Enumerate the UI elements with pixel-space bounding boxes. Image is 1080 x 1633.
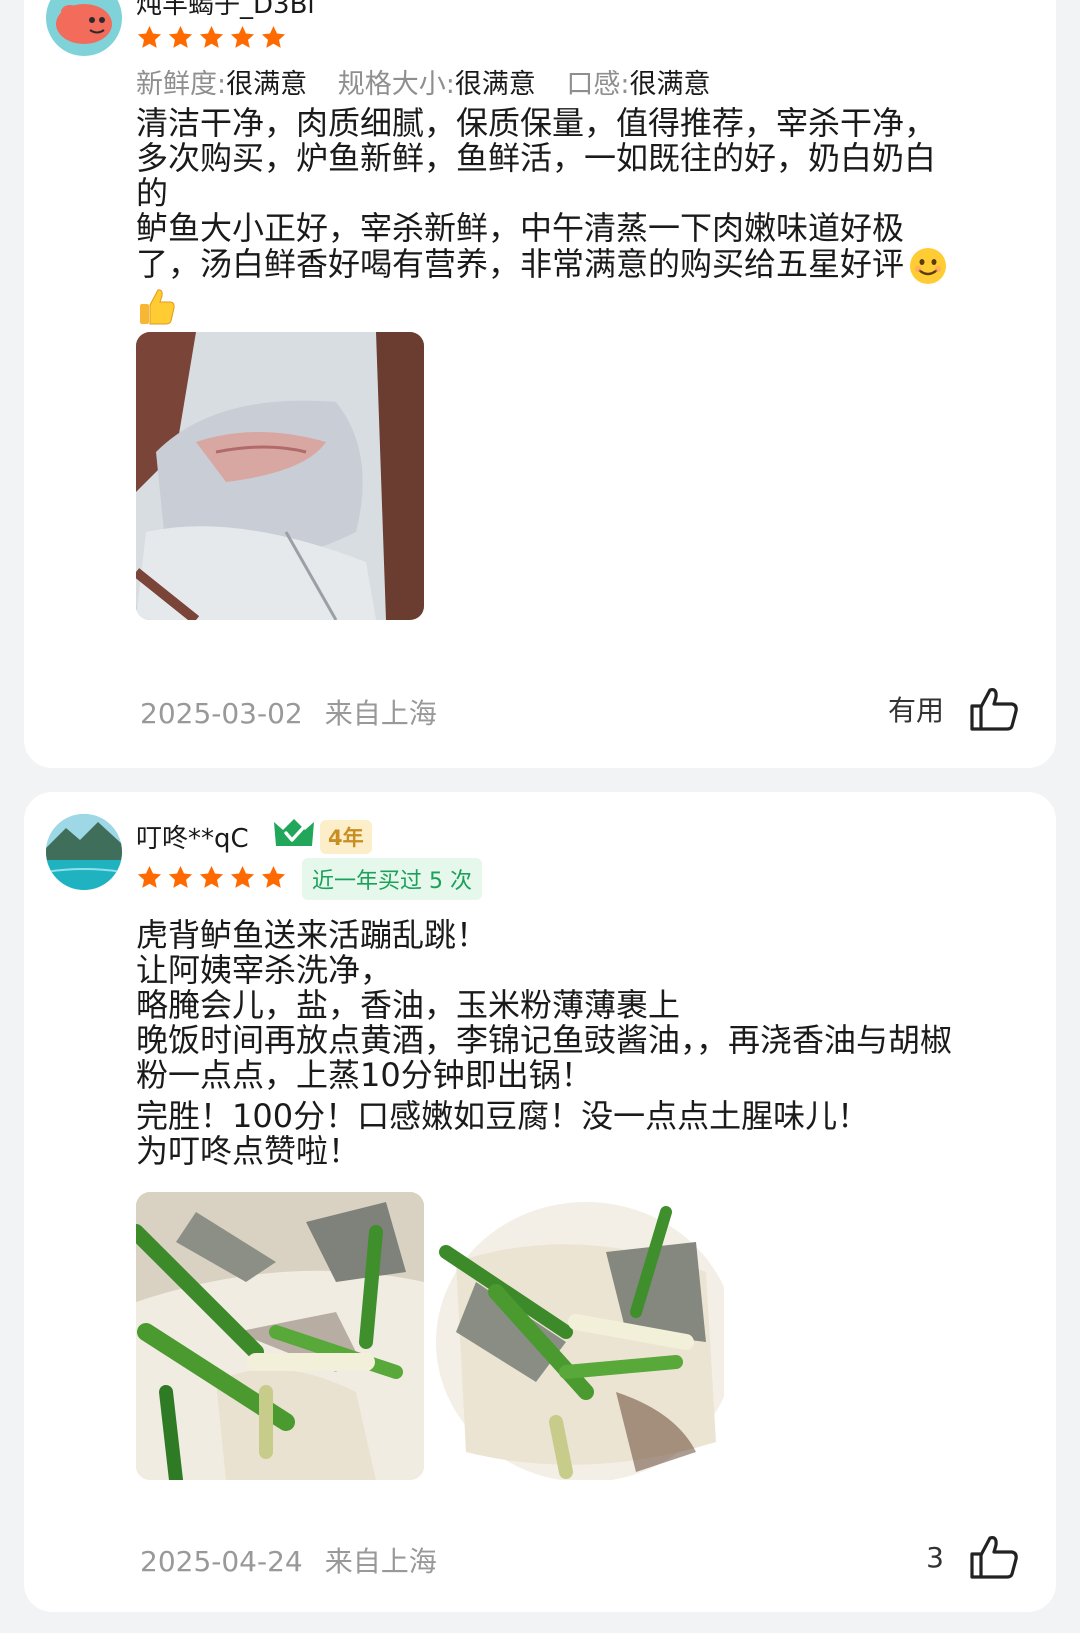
review-card: 叮咚**qC 4年 近一年买过 5 次 虎背鲈鱼送来活蹦乱跳！ 让阿姨宰杀洗净，… [24,792,1056,1612]
review-line: 让阿姨宰杀洗净， [136,951,393,989]
review-location: 来自上海 [324,697,437,730]
review-line: 清洁干净，肉质细腻，保质保量，值得推荐，宰杀干净， [136,104,937,142]
review-line: 了，汤白鲜香好喝有营养，非常满意的购买给五星好评 [136,245,905,283]
attr-label-size: 规格大小: [337,69,455,100]
review-line: 为叮咚点赞啦！ [136,1132,361,1170]
review-line: 完胜！100分！口感嫩如豆腐！没一点点土腥味儿！ [136,1097,870,1135]
star-icon [168,866,193,888]
thumbs-up-icon [970,688,1018,731]
review-card: 炖羊蝎子_D3Bl 新鲜度:很满意 规格大小:很满意 口感:很满意 清洁干净，肉… [24,0,1056,768]
review-line: 粉一点点，上蒸10分钟即出锅！ [136,1056,593,1094]
star-icon [168,26,193,48]
star-icon [261,26,286,48]
star-icon [199,866,224,888]
star-icon [230,26,255,48]
vip-badge-icon [274,819,314,846]
star-icon [230,866,255,888]
review-line: 晚饭时间再放点黄酒，李锦记鱼豉酱油，，再浇香油与胡椒 [136,1021,953,1059]
rating-attributes: 新鲜度:很满意 规格大小:很满意 口感:很满意 [136,62,733,101]
useful-label: 有用 [887,694,944,727]
attr-value-freshness: 很满意 [226,69,308,100]
review-line: 的 [136,174,169,212]
review-photo[interactable] [436,1192,724,1480]
review-line: 鲈鱼大小正好，宰杀新鲜，中午清蒸一下肉嫩味道好极 [136,209,905,247]
review-meta: 2025-03-02 来自上海 [140,692,437,732]
review-date: 2025-03-02 [140,697,303,730]
review-line: 多次购买，炉鱼新鲜，鱼鲜活，一如既往的好，奶白奶白 [136,139,937,177]
rating-stars [136,864,287,894]
review-text: 清洁干净，肉质细腻，保质保量，值得推荐，宰杀干净， 多次购买，炉鱼新鲜，鱼鲜活，… [136,106,1036,328]
smile-emoji [910,248,947,284]
username[interactable]: 叮咚**qC [136,818,249,855]
star-icon [137,866,162,888]
review-meta: 2025-04-24 来自上海 [140,1540,437,1580]
avatar[interactable] [46,0,122,56]
username[interactable]: 炖羊蝎子_D3Bl [136,0,315,21]
thumbs-up-emoji [140,289,175,325]
member-years-badge: 4年 [320,820,372,854]
review-date: 2025-04-24 [140,1545,303,1578]
attr-label-taste: 口感: [566,69,630,100]
avatar[interactable] [46,814,122,890]
review-line: 虎背鲈鱼送来活蹦乱跳！ [136,916,489,954]
star-icon [261,866,286,888]
attr-label-freshness: 新鲜度: [136,69,227,100]
star-icon [199,26,224,48]
star-icon [137,26,162,48]
useful-count: 3 [926,1540,944,1574]
review-line: 略腌会儿，盐，香油，玉米粉薄薄裹上 [136,986,681,1024]
rating-stars [136,24,287,54]
review-photo[interactable] [136,332,424,620]
attr-value-taste: 很满意 [629,69,711,100]
review-text: 虎背鲈鱼送来活蹦乱跳！ 让阿姨宰杀洗净， 略腌会儿，盐，香油，玉米粉薄薄裹上 晚… [136,918,1036,1169]
useful-button[interactable]: 3 [926,1534,1020,1580]
review-photo[interactable] [136,1192,424,1480]
thumbs-up-icon [970,1536,1018,1579]
purchase-count-tag: 近一年买过 5 次 [302,858,482,900]
review-location: 来自上海 [324,1545,437,1578]
useful-button[interactable]: 有用 [888,686,1020,732]
attr-value-size: 很满意 [454,69,536,100]
